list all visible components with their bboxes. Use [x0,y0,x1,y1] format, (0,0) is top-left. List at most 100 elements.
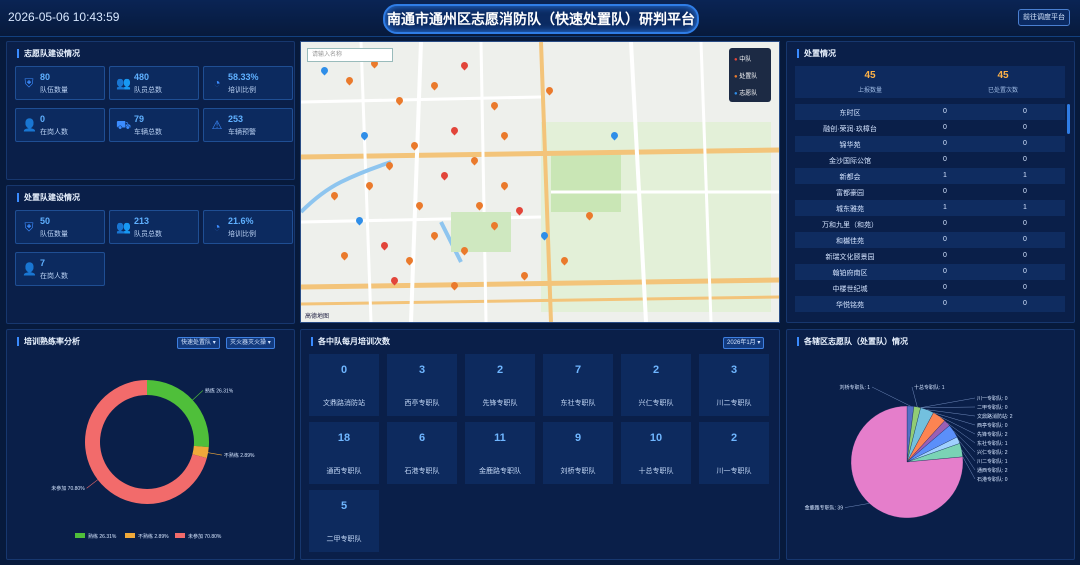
training-count: 18 [337,432,351,444]
training-count-cell: 18 通西专职队 [309,422,379,484]
row-name: 华悦铭苑 [836,302,864,309]
training-count-cell: 9 刘桥专职队 [543,422,613,484]
table-row[interactable]: 富都豪园 0 0 [795,184,1065,200]
map-canvas[interactable] [301,42,779,322]
stat-value: 21.6% [228,216,254,226]
squad-name: 金鹿路专职队 [479,468,521,475]
slice-label: 东社专职队: 1 [977,440,1008,447]
row-handled: 1 [1023,172,1027,179]
stat-card: 👤 0 在岗人数 [15,108,105,142]
training-count: 10 [649,432,663,444]
row-reported: 1 [943,172,947,179]
training-count-cell: 2 先锋专职队 [465,354,535,416]
volunteer-marker-icon: ● [734,91,738,97]
dispatch-panel: 处置情况 45 上报数量 45 已处置次数 东时区 0 0 融创·荣润·玖樟台 0 0 锦华… [786,41,1075,323]
table-row[interactable]: 万和九里（和苑） 0 0 [795,216,1065,232]
row-name: 万和九里（和苑） [822,222,878,229]
slice-label: 西亭专职队: 0 [977,422,1008,429]
rapid-panel: 处置队建设情况 ⛨ 50 队伍数量 👥 213 队员总数 ◔ 21.6% 培训比例 👤 7 在岗人数 [6,185,295,324]
month-select[interactable]: 2026年1月 ▾ [723,337,765,349]
training-count: 9 [574,432,582,444]
page-title: 南通市通州区志愿消防队（快速处置队）研判平台 [383,4,699,34]
stat-value: 480 [134,72,150,82]
legend-item-rapid: ● 处置队 [734,71,757,80]
table-row[interactable]: 锦华苑 0 0 [795,136,1065,152]
stat-value: 80 [40,72,51,82]
stat-label: 队员总数 [134,87,162,94]
rapid-marker-icon: ● [734,74,738,80]
training-count: 7 [574,364,582,376]
dispatch-summary: 45 上报数量 45 已处置次数 [795,66,1065,98]
row-reported: 0 [943,108,947,115]
stat-card: ◔ 21.6% 培训比例 [203,210,293,244]
squad-name: 先锋专职队 [482,400,518,407]
stat-card: ⛨ 50 队伍数量 [15,210,105,244]
legend-item-station: ● 中队 [734,54,751,63]
slice-label: 未参加 70.80% [51,485,85,492]
row-name: 富都豪园 [836,190,864,197]
stat-value: 50 [40,216,51,226]
table-row[interactable]: 金沙国际公馆 0 0 [795,152,1065,168]
training-item-value: 灭火器灭火操 [230,340,267,346]
district-panel-title: 各辖区志愿队（处置队）情况 [797,337,908,346]
slice-leader-line [208,452,222,456]
table-row[interactable]: 华悦铭苑 0 0 [795,296,1065,312]
row-handled: 0 [1023,108,1027,115]
squad-name: 刘桥专职队 [560,468,596,475]
stat-value: 213 [134,216,150,226]
table-row[interactable]: 翰铂府南区 0 0 [795,264,1065,280]
training-count-cell: 2 兴仁专职队 [621,354,691,416]
stat-value: 0 [40,114,46,124]
legend-label: 熟练 26.31% [88,533,117,540]
training-panel: 培训熟练率分析 快速处置队 ▾ 灭火器灭火操 ▾ 熟练 26.31% 不熟练 2.… [6,329,295,560]
chevron-down-icon: ▾ [212,340,216,346]
training-count: 2 [730,432,738,444]
row-reported: 0 [943,156,947,163]
training-count: 2 [496,364,504,376]
training-count-cell: 5 二甲专职队 [309,490,379,552]
table-row[interactable]: 融创·荣润·玖樟台 0 0 [795,120,1065,136]
row-reported: 0 [943,220,947,227]
team-type-select[interactable]: 快速处置队 ▾ [177,337,220,349]
station-marker-icon: ● [734,57,738,63]
squad-name: 东社专职队 [560,400,596,407]
slice-label: 先锋专职队: 2 [977,431,1008,438]
map-view[interactable]: 请输入名称 ● 中队 ● 处置队 ● 志愿队 高德地图 [300,41,780,323]
map-search-input[interactable]: 请输入名称 [307,48,393,62]
slice-label: 金鹿路专职队: 39 [805,505,844,512]
squad-name: 川一专职队 [716,468,752,475]
row-reported: 0 [943,124,947,131]
row-reported: 0 [943,188,947,195]
row-handled: 0 [1023,220,1027,227]
row-handled: 0 [1023,124,1027,131]
legend-label: 不熟练 2.89% [138,533,169,540]
dispatch-platform-button[interactable]: 前往调度平台 [1018,9,1070,26]
squad-name: 西亭专职队 [404,400,440,407]
row-handled: 0 [1023,188,1027,195]
slice-leader-line [86,479,98,489]
squad-name: 通西专职队 [326,468,362,475]
truck-icon: ⛟ [116,118,132,132]
stat-value: 253 [228,114,244,124]
slice-leader-line [920,397,976,408]
training-panel-title: 培训熟练率分析 [17,337,80,346]
table-row[interactable]: 城东雅苑 1 1 [795,200,1065,216]
dispatch-scrollbar[interactable] [1067,104,1070,134]
table-row[interactable]: 和樾佳苑 0 0 [795,232,1065,248]
row-handled: 0 [1023,252,1027,259]
row-name: 融创·荣润·玖樟台 [823,126,877,133]
row-name: 锦华苑 [839,142,861,149]
row-name: 东时区 [839,110,861,117]
training-item-select[interactable]: 灭火器灭火操 ▾ [226,337,275,349]
table-row[interactable]: 中楼世纪城 0 0 [795,280,1065,296]
slice-leader-line [871,386,911,407]
table-row[interactable]: 新瑞文化颐景园 0 0 [795,248,1065,264]
stat-card: ◔ 58.33% 培训比例 [203,66,293,100]
legend-swatch [75,533,85,538]
district-pie-chart: 刘桥专职队: 1 十总专职队: 1 川一专职队: 0 二甲专职队: 0 文鼎路消防站: … [805,384,1013,519]
row-reported: 0 [943,236,947,243]
volunteer-panel: 志愿队建设情况 ⛨ 80 队伍数量 👥 480 队员总数 ◔ 58.33% 培训比例 👤 0 在岗人数… [6,41,295,180]
table-row[interactable]: 新都会 1 1 [795,168,1065,184]
stat-card: ⚠ 253 车辆预警 [203,108,293,142]
table-row[interactable]: 东时区 0 0 [795,104,1065,120]
